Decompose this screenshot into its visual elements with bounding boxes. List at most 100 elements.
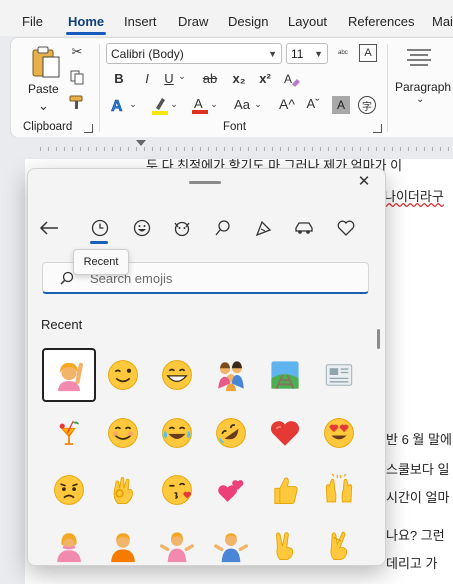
- strikethrough-button[interactable]: ab: [201, 71, 219, 86]
- doc-line: 나이더라구: [384, 189, 444, 204]
- red-heart-icon[interactable]: [258, 406, 312, 460]
- back-arrow-icon[interactable]: [38, 217, 60, 239]
- clipboard-group-label: Clipboard: [23, 121, 73, 133]
- chevron-down-icon: ▼: [314, 49, 323, 59]
- text-effects-icon[interactable]: A: [110, 96, 128, 114]
- font-group-label: Font: [223, 121, 247, 133]
- italic-button[interactable]: I: [139, 71, 155, 86]
- change-case-icon[interactable]: ᵃᵇᶜ: [333, 44, 353, 62]
- clear-formatting-icon[interactable]: A: [359, 44, 377, 62]
- menu-file[interactable]: File: [22, 14, 43, 29]
- paragraph-group-label[interactable]: Paragraph: [395, 80, 451, 94]
- menu-design[interactable]: Design: [228, 14, 268, 29]
- raising-hands-icon[interactable]: [312, 463, 366, 517]
- menu-bar: File Home Insert Draw Design Layout Refe…: [0, 0, 453, 36]
- font-launcher-icon[interactable]: [373, 124, 382, 133]
- font-color-icon[interactable]: A: [191, 95, 209, 115]
- menu-home[interactable]: Home: [68, 14, 104, 29]
- shrugging-woman-icon[interactable]: [150, 519, 204, 565]
- close-icon[interactable]: ✕: [356, 174, 372, 190]
- grow-font-button[interactable]: A^: [277, 96, 297, 112]
- ruler-ticks: [40, 147, 453, 151]
- shrugging-man-icon[interactable]: [204, 519, 258, 565]
- paste-label[interactable]: Paste: [28, 82, 59, 96]
- two-hearts-icon[interactable]: [204, 463, 258, 517]
- indent-marker[interactable]: [136, 140, 146, 146]
- paste-icon[interactable]: [29, 44, 63, 80]
- text-effects-eraser-icon[interactable]: A: [283, 70, 301, 88]
- search-icon: [60, 271, 74, 288]
- svg-text:A: A: [284, 72, 292, 86]
- cat-face-icon[interactable]: [171, 217, 193, 239]
- underline-button[interactable]: U: [161, 71, 177, 86]
- section-label: Recent: [41, 317, 83, 332]
- change-case-button[interactable]: Aa: [231, 97, 253, 112]
- active-tab-indicator: [66, 32, 106, 35]
- tropical-drink-icon[interactable]: [42, 406, 96, 460]
- rolling-on-floor-laughing-icon[interactable]: [204, 406, 258, 460]
- font-size-combo[interactable]: 11 ▼: [286, 43, 328, 64]
- doc-line: 반 6 월 말에: [386, 432, 452, 447]
- menu-insert[interactable]: Insert: [124, 14, 157, 29]
- cut-icon[interactable]: ✂: [69, 44, 85, 60]
- shrink-font-button[interactable]: Aˇ: [303, 96, 323, 111]
- menu-draw[interactable]: Draw: [178, 14, 208, 29]
- newspaper-icon[interactable]: [312, 348, 366, 402]
- emoji-panel: ✕ Search emojis Recent Recent: [27, 168, 386, 566]
- car-icon[interactable]: [293, 217, 315, 239]
- doc-line: 나요? 그런: [386, 528, 445, 543]
- railway-track-icon[interactable]: [258, 348, 312, 402]
- paste-dropdown-icon[interactable]: ⌄: [38, 98, 49, 114]
- party-icon[interactable]: [253, 217, 275, 239]
- font-name-value: Calibri (Body): [111, 47, 184, 61]
- tears-of-joy-icon[interactable]: [150, 406, 204, 460]
- font-name-combo[interactable]: Calibri (Body) ▼: [106, 43, 282, 64]
- heart-eyes-icon[interactable]: [312, 406, 366, 460]
- smiling-face-icon[interactable]: [96, 406, 150, 460]
- clock-icon[interactable]: [89, 217, 111, 239]
- chevron-down-icon: ▼: [268, 49, 277, 59]
- group-divider: [99, 44, 100, 132]
- chevron-down-icon[interactable]: ⌄: [169, 99, 179, 110]
- character-shading-icon[interactable]: A: [332, 96, 350, 114]
- drag-handle[interactable]: [189, 181, 221, 184]
- menu-references[interactable]: References: [348, 14, 414, 29]
- person-shrugging-icon[interactable]: [96, 519, 150, 565]
- heart-icon[interactable]: [335, 217, 357, 239]
- smiley-icon[interactable]: [131, 217, 153, 239]
- face-blowing-kiss-icon[interactable]: [150, 463, 204, 517]
- pleading-sad-face-icon[interactable]: [42, 463, 96, 517]
- chevron-down-icon[interactable]: ⌄: [253, 99, 263, 110]
- paragraph-icon[interactable]: [406, 46, 432, 68]
- copy-icon[interactable]: [69, 69, 85, 85]
- ok-hand-icon[interactable]: [96, 463, 150, 517]
- group-divider: [387, 44, 388, 132]
- winking-face-icon[interactable]: [96, 348, 150, 402]
- woman-raising-hand-icon[interactable]: [42, 348, 96, 402]
- format-painter-icon[interactable]: [69, 94, 85, 110]
- chevron-down-icon[interactable]: ⌄: [177, 71, 187, 82]
- doc-line: 시간이 얼마: [386, 490, 450, 505]
- menu-mailings[interactable]: Mai: [432, 14, 453, 29]
- chevron-down-icon[interactable]: ⌄: [128, 99, 138, 110]
- pin-icon[interactable]: [212, 217, 234, 239]
- family-icon[interactable]: [204, 348, 258, 402]
- ribbon: Paste ⌄ ✂ Clipboard Calibri (Body) ▼ 11 ▼ …: [10, 37, 453, 138]
- person-shrugging-woman-icon[interactable]: [42, 519, 96, 565]
- clipboard-launcher-icon[interactable]: [84, 124, 93, 133]
- grinning-face-icon[interactable]: [150, 348, 204, 402]
- victory-hand-icon[interactable]: [258, 519, 312, 565]
- menu-layout[interactable]: Layout: [288, 14, 327, 29]
- highlight-color-icon[interactable]: [151, 96, 169, 116]
- enclose-characters-icon[interactable]: 字: [358, 96, 376, 114]
- svg-text:A: A: [111, 98, 123, 114]
- crossed-fingers-icon[interactable]: [312, 519, 366, 565]
- thumbs-up-icon[interactable]: [258, 463, 312, 517]
- subscript-button[interactable]: x₂: [231, 71, 247, 86]
- font-size-value: 11: [291, 47, 304, 61]
- superscript-button[interactable]: x²: [257, 71, 273, 86]
- chevron-down-icon[interactable]: ⌄: [416, 94, 424, 105]
- scrollbar[interactable]: [377, 329, 380, 349]
- chevron-down-icon[interactable]: ⌄: [209, 99, 219, 110]
- bold-button[interactable]: B: [111, 71, 127, 86]
